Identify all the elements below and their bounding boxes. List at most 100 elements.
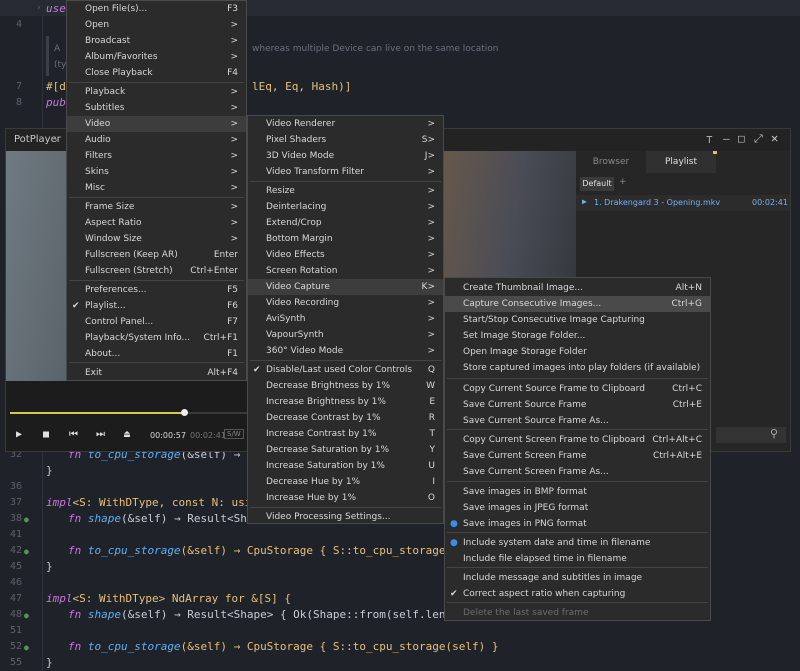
chevron-down-icon[interactable]: ⌄	[54, 133, 59, 143]
line-number: 37	[9, 497, 22, 508]
menu-item-label: Aspect Ratio	[85, 218, 142, 228]
menu-item-3d-video-mode[interactable]: 3D Video Mode J>	[248, 148, 443, 164]
fold-chevron-icon[interactable]: ›	[36, 3, 41, 13]
menu-item-close-playback[interactable]: Close Playback F4	[67, 65, 246, 81]
tab-browser[interactable]: Browser	[576, 151, 646, 173]
code-line: fn to_cpu_storage(&self) → CpuStorage { …	[68, 640, 499, 653]
menu-item-open-image-storage-folder[interactable]: Open Image Storage Folder	[445, 344, 710, 360]
menu-item-control-panel[interactable]: Control Panel... F7	[67, 314, 246, 330]
eject-icon[interactable]: ⏏	[124, 429, 130, 440]
playlist-item[interactable]: ▶ 1. Drakengard 3 - Opening.mkv 00:02:41	[576, 195, 790, 211]
line-number: 47	[9, 593, 22, 604]
menu-item-capture-consecutive-images[interactable]: Capture Consecutive Images... Ctrl+G	[445, 296, 710, 312]
menu-item-resize[interactable]: Resize >	[248, 183, 443, 199]
menu-item-exit[interactable]: Exit Alt+F4	[67, 365, 246, 381]
code-line: impl<S: WithDType, const N: usize>	[46, 496, 272, 509]
menu-item-decrease-hue-by-1[interactable]: Decrease Hue by 1% I	[248, 474, 443, 490]
menu-item-subtitles[interactable]: Subtitles >	[67, 100, 246, 116]
playlist-tab-default[interactable]: Default	[580, 177, 614, 191]
menu-item-copy-current-screen-frame-to-clipboard[interactable]: Copy Current Screen Frame to Clipboard Ct…	[445, 432, 710, 448]
menu-item-avisynth[interactable]: AviSynth >	[248, 311, 443, 327]
menu-item-decrease-saturation-by-1[interactable]: Decrease Saturation by 1% Y	[248, 442, 443, 458]
menu-item-save-images-in-png-format[interactable]: ● Save images in PNG format	[445, 516, 710, 532]
menu-item-bottom-margin[interactable]: Bottom Margin >	[248, 231, 443, 247]
menu-item-video-processing-settings[interactable]: Video Processing Settings...	[248, 509, 443, 525]
sw-badge[interactable]: S/W	[224, 429, 244, 439]
menu-item-increase-hue-by-1[interactable]: Increase Hue by 1% O	[248, 490, 443, 506]
run-gutter-icon[interactable]: ●	[24, 547, 34, 557]
menu-item-preferences[interactable]: Preferences... F5	[67, 282, 246, 298]
fullscreen-icon[interactable]: ⤢	[754, 132, 763, 146]
menu-item-store-captured-images-into-play-folders-if-available[interactable]: Store captured images into play folders …	[445, 360, 710, 376]
menu-item-increase-brightness-by-1[interactable]: Increase Brightness by 1% E	[248, 394, 443, 410]
menu-item-disable-last-used-color-controls[interactable]: ✔ Disable/Last used Color Controls Q	[248, 362, 443, 378]
run-gutter-icon[interactable]: ●	[24, 611, 34, 621]
menu-item-broadcast[interactable]: Broadcast >	[67, 33, 246, 49]
menu-item-playback[interactable]: Playback >	[67, 84, 246, 100]
menu-item-delete-the-last-saved-frame[interactable]: Delete the last saved frame	[445, 605, 710, 621]
pin-icon[interactable]: ⊤	[706, 133, 713, 146]
menu-item-fullscreen-keep-ar[interactable]: Fullscreen (Keep AR) Enter	[67, 247, 246, 263]
menu-item-save-current-source-frame[interactable]: Save Current Source Frame Ctrl+E	[445, 397, 710, 413]
menu-item-extend-crop[interactable]: Extend/Crop >	[248, 215, 443, 231]
search-icon[interactable]: ⚲	[770, 427, 778, 440]
menu-item-deinterlacing[interactable]: Deinterlacing >	[248, 199, 443, 215]
menu-item-window-size[interactable]: Window Size >	[67, 231, 246, 247]
menu-item-correct-aspect-ratio-when-capturing[interactable]: ✔ Correct aspect ratio when capturing	[445, 586, 710, 602]
play-icon[interactable]: ▶	[16, 429, 22, 440]
menu-item-label: Fullscreen (Stretch)	[85, 266, 173, 276]
run-gutter-icon[interactable]: ●	[24, 643, 34, 653]
run-gutter-icon[interactable]: ●	[24, 515, 34, 525]
menu-item-decrease-brightness-by-1[interactable]: Decrease Brightness by 1% W	[248, 378, 443, 394]
add-playlist-button[interactable]: +	[619, 177, 627, 187]
menu-item-pixel-shaders[interactable]: Pixel Shaders S>	[248, 132, 443, 148]
menu-item-open-file-s[interactable]: Open File(s)... F3	[67, 1, 246, 17]
tab-playlist[interactable]: Playlist	[646, 151, 716, 173]
menu-item-fullscreen-stretch[interactable]: Fullscreen (Stretch) Ctrl+Enter	[67, 263, 246, 279]
menu-item-playback-system-info[interactable]: Playback/System Info... Ctrl+F1	[67, 330, 246, 346]
menu-item-save-current-screen-frame-as[interactable]: Save Current Screen Frame As...	[445, 464, 710, 480]
previous-icon[interactable]: ⏮	[69, 429, 78, 440]
menu-item-video-renderer[interactable]: Video Renderer >	[248, 116, 443, 132]
menu-item-label: 3D Video Mode	[266, 151, 335, 161]
menu-item-video-recording[interactable]: Video Recording >	[248, 295, 443, 311]
menu-item-aspect-ratio[interactable]: Aspect Ratio >	[67, 215, 246, 231]
close-icon[interactable]: ✕	[771, 131, 778, 145]
menu-item-save-images-in-jpeg-format[interactable]: Save images in JPEG format	[445, 500, 710, 516]
menu-item-shortcut: Ctrl+E	[672, 400, 702, 410]
menu-item-save-current-screen-frame[interactable]: Save Current Screen Frame Ctrl+Alt+E	[445, 448, 710, 464]
menu-item-vapoursynth[interactable]: VapourSynth >	[248, 327, 443, 343]
menu-item-include-file-elapsed-time-in-filename[interactable]: Include file elapsed time in filename	[445, 551, 710, 567]
menu-item-start-stop-consecutive-image-capturing[interactable]: Start/Stop Consecutive Image Capturing	[445, 312, 710, 328]
menu-item-video-effects[interactable]: Video Effects >	[248, 247, 443, 263]
menu-item-album-favorites[interactable]: Album/Favorites >	[67, 49, 246, 65]
menu-item-increase-saturation-by-1[interactable]: Increase Saturation by 1% U	[248, 458, 443, 474]
menu-item-include-message-and-subtitles-in-image[interactable]: Include message and subtitles in image	[445, 570, 710, 586]
menu-item-skins[interactable]: Skins >	[67, 164, 246, 180]
menu-item-set-image-storage-folder[interactable]: Set Image Storage Folder...	[445, 328, 710, 344]
menu-item-audio[interactable]: Audio >	[67, 132, 246, 148]
menu-item-open[interactable]: Open >	[67, 17, 246, 33]
menu-item-frame-size[interactable]: Frame Size >	[67, 199, 246, 215]
menu-item-decrease-contrast-by-1[interactable]: Decrease Contrast by 1% R	[248, 410, 443, 426]
menu-item-video-transform-filter[interactable]: Video Transform Filter >	[248, 164, 443, 180]
menu-item-misc[interactable]: Misc >	[67, 180, 246, 196]
maximize-icon[interactable]: □	[738, 132, 745, 145]
menu-item-create-thumbnail-image[interactable]: Create Thumbnail Image... Alt+N	[445, 280, 710, 296]
menu-item-playlist[interactable]: ✔ Playlist... F6	[67, 298, 246, 314]
menu-item-about[interactable]: About... F1	[67, 346, 246, 362]
seek-handle[interactable]	[180, 409, 188, 416]
minimize-icon[interactable]: —	[723, 132, 730, 145]
menu-item-screen-rotation[interactable]: Screen Rotation >	[248, 263, 443, 279]
menu-item-save-images-in-bmp-format[interactable]: Save images in BMP format	[445, 484, 710, 500]
menu-item-save-current-source-frame-as[interactable]: Save Current Source Frame As...	[445, 413, 710, 429]
next-icon[interactable]: ⏭	[96, 429, 105, 440]
menu-item-filters[interactable]: Filters >	[67, 148, 246, 164]
menu-item-360-video-mode[interactable]: 360° Video Mode >	[248, 343, 443, 359]
menu-item-video-capture[interactable]: Video Capture K>	[248, 279, 443, 295]
menu-item-increase-contrast-by-1[interactable]: Increase Contrast by 1% T	[248, 426, 443, 442]
menu-item-video[interactable]: Video >	[67, 116, 246, 132]
menu-item-include-system-date-and-time-in-filename[interactable]: ● Include system date and time in filenam…	[445, 535, 710, 551]
stop-icon[interactable]: ■	[43, 429, 49, 440]
menu-item-copy-current-source-frame-to-clipboard[interactable]: Copy Current Source Frame to Clipboard Ct…	[445, 381, 710, 397]
